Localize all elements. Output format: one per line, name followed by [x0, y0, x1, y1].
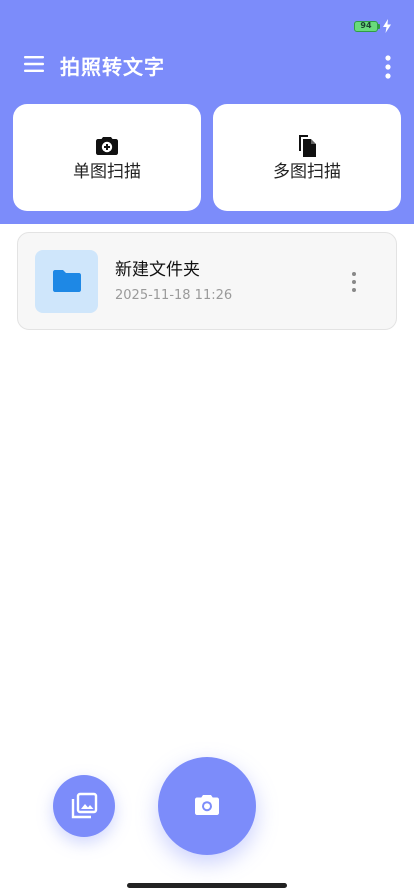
camera-button[interactable] — [158, 757, 256, 855]
battery-nub — [378, 24, 380, 29]
single-scan-button[interactable]: 单图扫描 — [13, 104, 201, 211]
folder-more-icon[interactable] — [346, 271, 362, 293]
battery-level: 94 — [360, 21, 372, 30]
folder-date: 2025-11-18 11:26 — [115, 288, 233, 303]
home-indicator[interactable] — [127, 883, 287, 888]
hamburger-menu-icon[interactable] — [22, 54, 46, 74]
multi-document-icon — [299, 135, 316, 157]
camera-icon — [195, 795, 219, 815]
status-bar: 94 — [0, 0, 414, 48]
single-scan-label: 单图扫描 — [73, 162, 141, 182]
folder-thumbnail — [35, 250, 98, 313]
multi-scan-button[interactable]: 多图扫描 — [213, 104, 401, 211]
more-vertical-icon[interactable] — [376, 54, 400, 80]
folder-list-item[interactable]: 新建文件夹 2025-11-18 11:26 — [17, 232, 397, 330]
charging-icon — [383, 19, 391, 33]
multi-scan-label: 多图扫描 — [273, 162, 341, 182]
gallery-button[interactable] — [53, 775, 115, 837]
folder-name: 新建文件夹 — [115, 260, 200, 280]
battery-indicator: 94 — [354, 21, 378, 32]
page-title: 拍照转文字 — [60, 55, 165, 79]
camera-add-icon — [96, 137, 118, 155]
folder-icon — [53, 270, 81, 292]
photo-library-icon — [71, 792, 98, 819]
